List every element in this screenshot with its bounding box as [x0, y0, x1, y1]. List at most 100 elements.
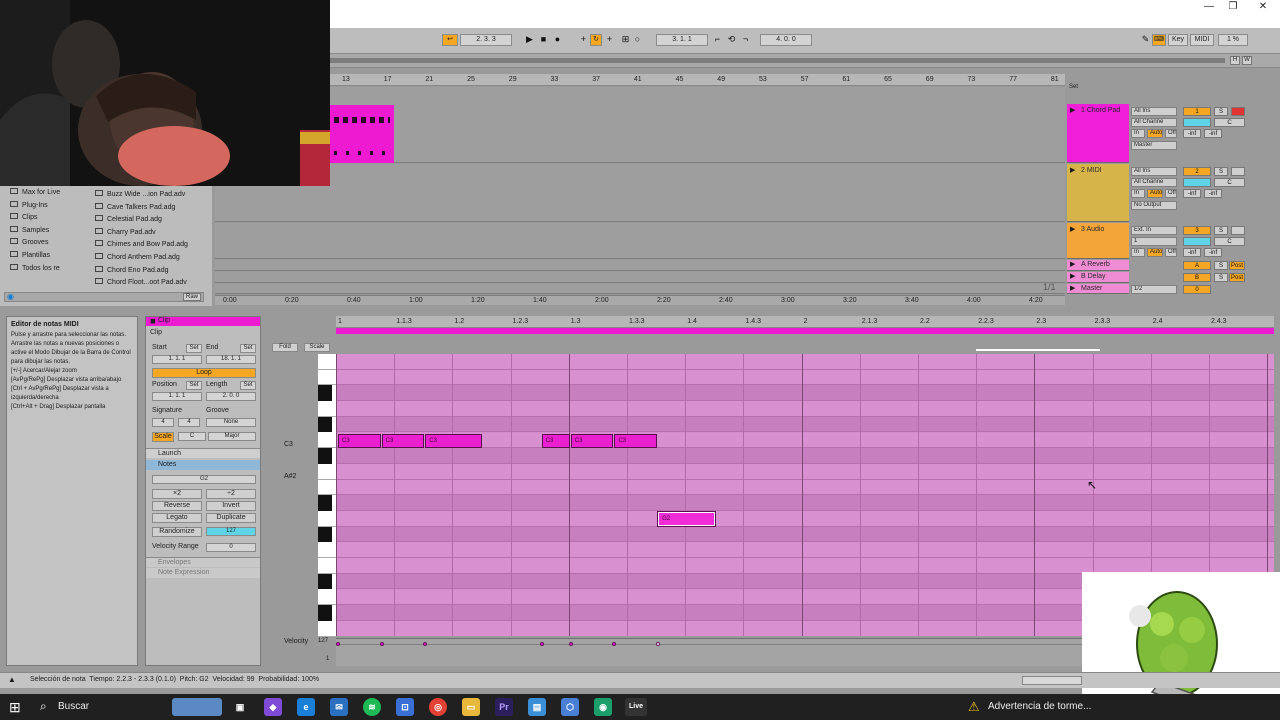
arm-button[interactable] [1231, 107, 1245, 116]
ableton-live-icon[interactable]: Live [625, 698, 647, 716]
input-channel-select[interactable]: All Channe [1131, 178, 1177, 187]
song-position-field[interactable]: 2. 3. 3 [460, 34, 512, 46]
key-map-button[interactable]: Key [1168, 34, 1188, 46]
track-header[interactable]: ▶ Master [1067, 284, 1129, 294]
pitch-row[interactable] [336, 369, 1274, 386]
track-name[interactable]: B Delay [1081, 273, 1106, 280]
store-icon[interactable]: ⊡ [396, 698, 414, 716]
monitor-auto-button[interactable]: Auto [1147, 189, 1163, 198]
length-field[interactable]: 2. 0. 0 [206, 392, 256, 401]
velocity-marker[interactable] [423, 642, 428, 646]
re-enable-icon[interactable]: + [604, 34, 615, 45]
loop-brace[interactable] [336, 328, 1274, 334]
start-set-button[interactable]: Set [186, 344, 202, 353]
randomize-amount[interactable]: 127 [206, 527, 256, 536]
arrangement-lane-master[interactable]: 1/1 [215, 282, 1065, 294]
arrangement-clip[interactable] [330, 105, 394, 163]
midi-note[interactable]: G2 [657, 511, 717, 527]
monitor-off-button[interactable]: Off [1165, 129, 1177, 138]
midi-note[interactable]: C3 [570, 433, 614, 448]
monitor-in-button[interactable]: In [1131, 189, 1145, 198]
white-key[interactable] [318, 480, 336, 496]
track-activator[interactable]: 1 [1183, 107, 1211, 116]
loop-length-field[interactable]: 4. 0. 0 [760, 34, 812, 46]
white-key[interactable] [318, 370, 336, 386]
monitor-off-button[interactable]: Off [1165, 189, 1177, 198]
white-key[interactable] [318, 401, 336, 417]
solo-button[interactable]: S [1214, 261, 1228, 270]
pitch-row[interactable] [336, 479, 1274, 496]
browser-file[interactable]: Celestial Pad.adg [95, 215, 162, 223]
reverse-button[interactable]: Reverse [152, 501, 202, 511]
signature-numerator[interactable]: 4 [152, 418, 174, 427]
loop-start-field[interactable]: 3. 1. 1 [656, 34, 708, 46]
overview-h-button[interactable]: H [1230, 56, 1240, 65]
black-key[interactable] [318, 448, 332, 464]
chrome-icon[interactable]: ◎ [429, 698, 447, 716]
mail-icon[interactable]: ✉ [330, 698, 348, 716]
monitor-auto-button[interactable]: Auto [1147, 248, 1163, 257]
overview-w-button[interactable]: W [1242, 56, 1252, 65]
file-explorer-icon[interactable]: ▭ [462, 698, 480, 716]
track-fold-icon[interactable]: ▶ [1070, 106, 1075, 114]
track-name[interactable]: 2 MIDI [1081, 167, 1102, 174]
browser-file[interactable]: Charry Pad.adv [95, 227, 156, 236]
track-header[interactable]: ▶ 2 MIDI [1067, 164, 1129, 222]
halve-button[interactable]: ÷2 [206, 489, 256, 499]
capture-icon[interactable]: ⊞ [620, 34, 631, 45]
loop-icon[interactable]: ⟲ [726, 34, 737, 45]
white-key[interactable] [318, 354, 336, 370]
solo-button[interactable]: S [1214, 273, 1228, 282]
position-set-button[interactable]: Set [186, 381, 202, 390]
browser-file[interactable]: Chord Floot...oot Pad.adv [95, 278, 187, 286]
weather-warning-text[interactable]: Advertencia de torme... [988, 701, 1091, 712]
white-key[interactable] [318, 433, 336, 449]
legato-button[interactable]: Legato [152, 513, 202, 523]
track-activator[interactable]: A [1183, 261, 1211, 270]
monitor-auto-button[interactable]: Auto [1147, 129, 1163, 138]
pitch-row[interactable] [336, 526, 1274, 543]
scale-root-select[interactable]: C [178, 432, 206, 441]
input-type-select[interactable]: All Ins [1131, 167, 1177, 176]
arrangement-lane-reverb[interactable] [215, 260, 1065, 271]
track-header[interactable]: ▶ 3 Audio [1067, 223, 1129, 259]
monitor-in-button[interactable]: In [1131, 129, 1145, 138]
edge-icon[interactable]: e [297, 698, 315, 716]
track-name[interactable]: A Reverb [1081, 261, 1110, 268]
arrangement-lane-audio[interactable] [215, 223, 1065, 259]
duplicate-button[interactable]: Duplicate [206, 513, 256, 523]
white-key[interactable] [318, 621, 336, 637]
track-activator[interactable]: B [1183, 273, 1211, 282]
midi-note[interactable]: C3 [614, 433, 658, 448]
white-key[interactable] [318, 464, 336, 480]
track-header[interactable]: ▶ A Reverb [1067, 260, 1129, 271]
task-view-icon[interactable]: ▣ [231, 698, 249, 716]
black-key[interactable] [318, 526, 332, 543]
track-name[interactable]: 3 Audio [1081, 226, 1104, 233]
arrangement-lane-chord-pad[interactable] [215, 87, 1065, 163]
premiere-icon[interactable]: Pr [495, 698, 513, 716]
windows-start-icon[interactable]: ⊞ [9, 699, 21, 716]
velocity-marker[interactable] [612, 642, 617, 646]
raw-button[interactable]: Raw [183, 293, 202, 301]
invert-button[interactable]: Invert [206, 501, 256, 511]
scale-highlight-button[interactable]: Scale [304, 343, 330, 352]
stop-icon[interactable]: ■ [538, 34, 549, 45]
track-activator[interactable]: 2 [1183, 167, 1211, 176]
track-fold-icon[interactable]: ▶ [1070, 166, 1075, 174]
copilot-icon[interactable]: ◆ [264, 698, 282, 716]
follow-button[interactable]: ↩ [442, 34, 458, 46]
browser-category[interactable]: Plantillas [10, 251, 50, 259]
velocity-marker[interactable] [568, 642, 573, 646]
search-icon[interactable]: ⌕ [40, 699, 47, 714]
clip-section-label[interactable]: Clip [150, 329, 162, 336]
track-activator[interactable]: 3 [1183, 226, 1211, 235]
output-select[interactable]: No Output [1131, 201, 1177, 210]
volume-field[interactable] [1183, 237, 1211, 246]
spotify-icon[interactable]: ≋ [363, 698, 381, 716]
pitch-row[interactable] [336, 495, 1274, 511]
post-button[interactable]: Post [1229, 273, 1245, 282]
browser-category[interactable]: Samples [10, 225, 49, 234]
pitch-row[interactable] [336, 401, 1274, 417]
arrangement-lane-delay[interactable] [215, 272, 1065, 283]
